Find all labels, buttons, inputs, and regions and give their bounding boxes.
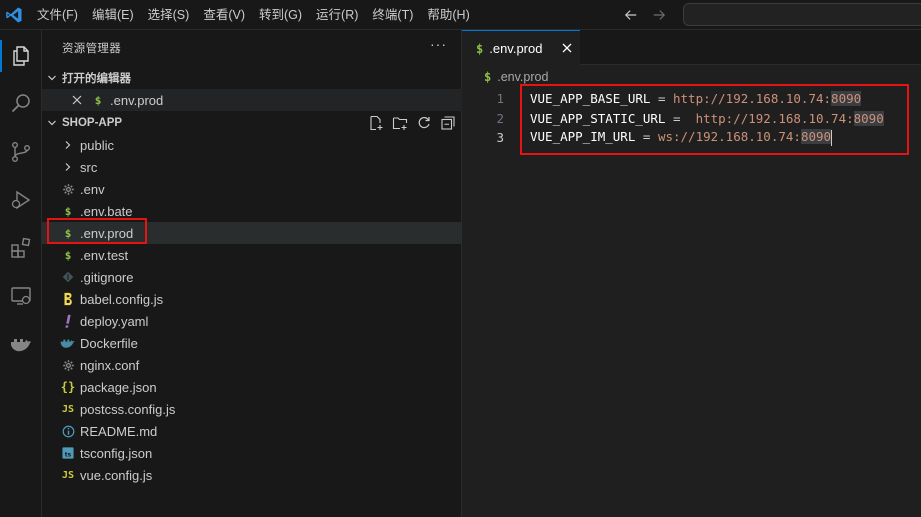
tree-file[interactable]: README.md [42, 420, 462, 442]
explorer-icon[interactable] [0, 34, 42, 78]
settings-file-icon [60, 357, 76, 373]
docker-icon[interactable] [0, 322, 42, 366]
tree-file[interactable]: .gitignore [42, 266, 462, 288]
refresh-icon[interactable] [415, 114, 433, 132]
git-file-icon [60, 269, 76, 285]
tree-file[interactable]: .env [42, 178, 462, 200]
vscode-logo-icon [0, 0, 28, 30]
tree-item-name: .env.bate [80, 203, 133, 219]
explorer-actions [367, 114, 457, 132]
navigation-arrows [622, 0, 668, 30]
explorer-sidebar: 资源管理器 ··· 打开的编辑器 $ .env.prod SHOP-APP pu… [42, 30, 462, 517]
tree-item-name: .env.test [80, 247, 129, 263]
tree-item-name: .env [80, 181, 105, 197]
tree-item-name: package.json [80, 379, 157, 395]
tree-item-name: postcss.config.js [80, 401, 176, 417]
more-actions-icon[interactable]: ··· [430, 36, 447, 52]
tree-file[interactable]: JS vue.config.js [42, 464, 462, 486]
search-icon[interactable] [0, 82, 42, 126]
project-header[interactable]: SHOP-APP [42, 112, 462, 134]
tree-item-name: deploy.yaml [80, 313, 149, 329]
tree-file[interactable]: Dockerfile [42, 332, 462, 354]
close-icon[interactable] [560, 41, 574, 55]
javascript-file-icon: JS [61, 403, 75, 415]
tab-bar: $ .env.prod [462, 30, 921, 66]
yaml-file-icon [60, 313, 76, 329]
env-file-icon: $ [476, 41, 484, 56]
info-file-icon [60, 423, 76, 439]
menu-item[interactable]: 编辑(E) [85, 0, 141, 30]
tree-folder[interactable]: src [42, 156, 462, 178]
svg-text:ts: ts [65, 451, 72, 458]
open-editors-label: 打开的编辑器 [62, 73, 131, 85]
babel-file-icon [60, 291, 76, 307]
title-bar: 文件(F) 编辑(E) 选择(S) 查看(V) 转到(G) 运行(R) 终端(T) 帮助(H) [0, 0, 921, 30]
chevron-right-icon [60, 159, 76, 175]
menu-bar: 文件(F) 编辑(E) 选择(S) 查看(V) 转到(G) 运行(R) 终端(T) 帮助(H) [30, 0, 477, 30]
command-center-search[interactable] [683, 3, 921, 26]
run-debug-icon[interactable] [0, 178, 42, 222]
remote-explorer-icon[interactable] [0, 274, 42, 318]
tree-file[interactable]: JS postcss.config.js [42, 398, 462, 420]
open-editor-item[interactable]: $ .env.prod [42, 89, 462, 111]
breadcrumb[interactable]: $ .env.prod [484, 70, 548, 84]
line-number: 3 [496, 130, 504, 145]
env-file-icon: $ [64, 204, 72, 218]
tree-file[interactable]: nginx.conf [42, 354, 462, 376]
tree-file[interactable]: {} package.json [42, 376, 462, 398]
javascript-file-icon: JS [61, 469, 75, 481]
line-number: 2 [496, 110, 504, 126]
menu-item[interactable]: 转到(G) [252, 0, 309, 30]
tree-item-name: vue.config.js [80, 467, 153, 483]
env-file-icon: $ [64, 248, 72, 262]
tree-folder[interactable]: public [42, 134, 462, 156]
tab-env-prod[interactable]: $ .env.prod [462, 30, 580, 66]
json-file-icon: {} [60, 380, 76, 394]
tree-item-name: README.md [80, 423, 158, 439]
collapse-all-icon[interactable] [439, 114, 457, 132]
activity-bar [0, 30, 42, 517]
line-number: 1 [496, 91, 504, 106]
menu-item[interactable]: 查看(V) [196, 0, 252, 30]
annotation-box-code [520, 84, 909, 155]
open-editors-header[interactable]: 打开的编辑器 [42, 67, 462, 89]
tree-item-name: babel.config.js [80, 291, 164, 307]
extensions-icon[interactable] [0, 226, 42, 270]
chevron-down-icon [42, 118, 62, 128]
tree-file[interactable]: babel.config.js [42, 288, 462, 310]
env-file-icon: $ [484, 70, 492, 84]
typescript-config-icon: ts [60, 445, 76, 461]
menu-item[interactable]: 选择(S) [141, 0, 197, 30]
menu-item[interactable]: 终端(T) [365, 0, 420, 30]
forward-arrow-icon[interactable] [650, 6, 668, 24]
tree-item-name: .gitignore [80, 269, 134, 285]
tree-file[interactable]: deploy.yaml [42, 310, 462, 332]
explorer-title: 资源管理器 [62, 43, 121, 55]
tab-label: .env.prod [489, 41, 543, 56]
back-arrow-icon[interactable] [622, 6, 640, 24]
menu-item[interactable]: 运行(R) [309, 0, 365, 30]
source-control-icon[interactable] [0, 130, 42, 174]
tree-item-name: tsconfig.json [80, 445, 153, 461]
new-file-icon[interactable] [367, 114, 385, 132]
settings-file-icon [60, 181, 76, 197]
open-editor-name: .env.prod [110, 92, 164, 108]
chevron-right-icon [60, 137, 76, 153]
annotation-box-file [47, 218, 147, 244]
tree-item-name: nginx.conf [80, 357, 140, 373]
project-label: SHOP-APP [62, 117, 123, 129]
new-folder-icon[interactable] [391, 114, 409, 132]
chevron-down-icon [42, 73, 62, 83]
tree-file[interactable]: $ .env.test [42, 244, 462, 266]
tree-item-name: Dockerfile [80, 335, 138, 351]
docker-file-icon [60, 335, 76, 351]
env-file-icon: $ [94, 93, 102, 107]
close-icon[interactable] [68, 95, 86, 105]
tree-item-name: public [80, 137, 114, 153]
menu-item[interactable]: 帮助(H) [420, 0, 476, 30]
breadcrumb-file: .env.prod [497, 70, 549, 84]
tree-file[interactable]: ts tsconfig.json [42, 442, 462, 464]
menu-item[interactable]: 文件(F) [30, 0, 85, 30]
tree-item-name: src [80, 159, 98, 175]
